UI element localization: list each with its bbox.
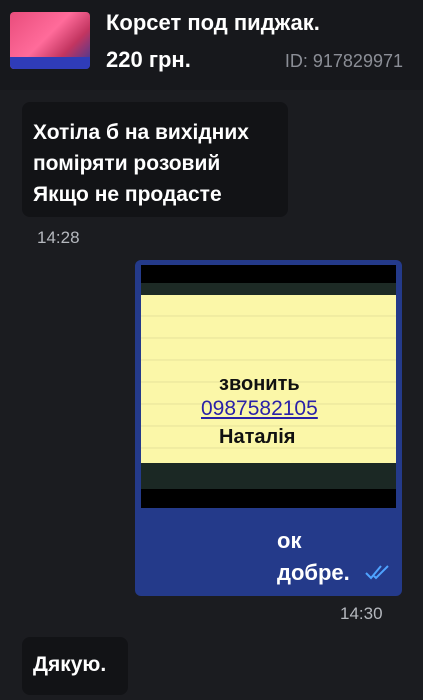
- chat-header[interactable]: Корсет под пиджак. 220 грн. ID: 91782997…: [0, 0, 423, 90]
- message-time: 14:28: [37, 228, 80, 247]
- message-line: добре.: [277, 560, 350, 585]
- message-line: поміряти розовий: [33, 152, 221, 175]
- listing-price: 220 грн.: [106, 47, 191, 72]
- note-line: звонить: [219, 373, 300, 395]
- listing-thumbnail[interactable]: [10, 12, 90, 69]
- phone-link[interactable]: 0987582105: [201, 397, 318, 421]
- message-time: 14:30: [340, 604, 383, 623]
- incoming-message[interactable]: Хотіла б на вихідних поміряти розовий Як…: [22, 102, 288, 217]
- message-text: Дякую.: [33, 653, 107, 676]
- attached-photo[interactable]: звонить 0987582105 Наталія: [141, 265, 396, 508]
- message-line: Якщо не продасте: [33, 183, 222, 206]
- message-line: ок: [277, 528, 302, 553]
- listing-id: ID: 917829971: [284, 51, 403, 71]
- note-paper: звонить 0987582105 Наталія: [141, 295, 396, 467]
- message-line: Хотіла б на вихідних: [33, 121, 249, 144]
- listing-title: Корсет под пиджак.: [106, 10, 320, 35]
- double-check-read-icon: [365, 565, 389, 580]
- outgoing-message[interactable]: звонить 0987582105 Наталія ок добре.: [135, 260, 402, 596]
- note-line: Наталія: [219, 426, 296, 448]
- incoming-message[interactable]: Дякую.: [22, 637, 128, 695]
- photo-border: [141, 463, 396, 489]
